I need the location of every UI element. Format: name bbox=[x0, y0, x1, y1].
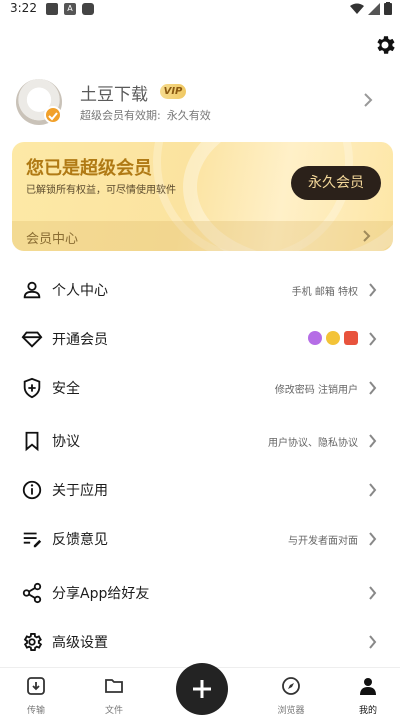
vip-card-title: 您已是超级会员 bbox=[26, 158, 152, 179]
menu-label: 分享App给好友 bbox=[52, 586, 150, 602]
notification-icons: A bbox=[46, 3, 94, 15]
status-bar: 3:22 A bbox=[0, 0, 400, 20]
member-center-label: 会员中心 bbox=[26, 232, 79, 247]
username: 土豆下载 bbox=[80, 85, 148, 105]
menu-item-open-membership[interactable]: 开通会员 bbox=[0, 317, 400, 361]
notification-letter-icon: A bbox=[64, 3, 76, 15]
shield-icon bbox=[23, 377, 41, 399]
wifi-icon bbox=[350, 3, 364, 14]
chevron-right-icon bbox=[369, 483, 377, 497]
chevron-right-icon bbox=[369, 532, 377, 546]
gear-icon[interactable] bbox=[373, 33, 397, 57]
chevron-right-icon bbox=[363, 230, 371, 242]
menu-item-advanced-settings[interactable]: 高级设置 bbox=[0, 620, 400, 664]
notification-icon bbox=[46, 3, 58, 15]
nav-label: 传输 bbox=[26, 706, 45, 716]
menu-hint: 用户协议、隐私协议 bbox=[268, 438, 358, 449]
bookmark-icon bbox=[25, 431, 39, 452]
menu-hint: 修改密码 注销用户 bbox=[274, 385, 358, 396]
menu-item-share-app[interactable]: 分享App给好友 bbox=[0, 571, 400, 615]
vip-badge: VIP bbox=[160, 84, 186, 99]
profile-icon bbox=[360, 678, 376, 695]
menu-label: 开通会员 bbox=[52, 332, 108, 348]
nav-label: 文件 bbox=[104, 706, 123, 716]
permanent-member-button[interactable]: 永久会员 bbox=[291, 166, 381, 200]
menu-item-profile-center[interactable]: 个人中心 手机 邮箱 特权 bbox=[0, 268, 400, 312]
menu-item-about[interactable]: 关于应用 bbox=[0, 468, 400, 512]
menu-hint: 手机 邮箱 特权 bbox=[291, 287, 358, 298]
nav-label: 浏览器 bbox=[277, 706, 305, 716]
compass-icon bbox=[282, 677, 300, 695]
verified-badge-icon bbox=[44, 106, 62, 124]
chevron-right-icon bbox=[369, 332, 377, 346]
folder-icon bbox=[105, 679, 123, 693]
menu-label: 高级设置 bbox=[52, 635, 108, 651]
menu-label: 协议 bbox=[52, 434, 80, 450]
chevron-right-icon bbox=[369, 283, 377, 297]
transfer-icon bbox=[27, 677, 45, 695]
battery-icon bbox=[384, 2, 392, 15]
membership-label: 超级会员有效期: bbox=[80, 109, 161, 122]
share-icon bbox=[22, 582, 42, 604]
menu-label: 安全 bbox=[52, 381, 80, 397]
chevron-right-icon bbox=[369, 434, 377, 448]
vip-card-subtitle: 已解锁所有权益，可尽情使用软件 bbox=[26, 185, 176, 196]
member-benefit-icons bbox=[308, 331, 358, 345]
plus-icon bbox=[193, 680, 211, 698]
system-icons bbox=[350, 2, 392, 15]
nav-label: 我的 bbox=[358, 706, 377, 716]
chevron-right-icon bbox=[369, 635, 377, 649]
membership-validity: 超级会员有效期: 永久有效 bbox=[80, 107, 211, 123]
nav-files[interactable]: 文件 bbox=[84, 676, 144, 716]
member-center-link[interactable]: 会员中心 bbox=[12, 221, 393, 251]
info-icon bbox=[22, 480, 42, 500]
menu-hint: 与开发者面对面 bbox=[288, 536, 358, 547]
menu-label: 关于应用 bbox=[52, 483, 108, 499]
settings-icon bbox=[23, 633, 43, 651]
nav-transfer[interactable]: 传输 bbox=[6, 676, 66, 716]
menu-label: 个人中心 bbox=[52, 283, 108, 299]
diamond-icon bbox=[21, 331, 43, 348]
gift-icon bbox=[344, 331, 358, 345]
chevron-right-icon bbox=[369, 586, 377, 600]
status-time: 3:22 bbox=[10, 1, 37, 15]
add-button[interactable] bbox=[176, 663, 228, 715]
person-icon bbox=[23, 281, 41, 299]
menu-label: 反馈意见 bbox=[52, 532, 108, 548]
diamond-gold-icon bbox=[326, 331, 340, 345]
menu-item-agreement[interactable]: 协议 用户协议、隐私协议 bbox=[0, 419, 400, 463]
signal-icon bbox=[368, 2, 380, 15]
membership-value: 永久有效 bbox=[166, 109, 211, 122]
menu-item-feedback[interactable]: 反馈意见 与开发者面对面 bbox=[0, 517, 400, 561]
vip-purple-icon bbox=[308, 331, 322, 345]
menu-item-security[interactable]: 安全 修改密码 注销用户 bbox=[0, 366, 400, 410]
vip-card: 您已是超级会员 已解锁所有权益，可尽情使用软件 永久会员 会员中心 bbox=[12, 142, 393, 251]
chevron-right-icon bbox=[364, 93, 373, 107]
feedback-icon bbox=[23, 532, 42, 548]
notification-app-icon bbox=[82, 3, 94, 15]
nav-mine[interactable]: 我的 bbox=[338, 676, 398, 716]
chevron-right-icon bbox=[369, 381, 377, 395]
nav-browser[interactable]: 浏览器 bbox=[261, 676, 321, 716]
